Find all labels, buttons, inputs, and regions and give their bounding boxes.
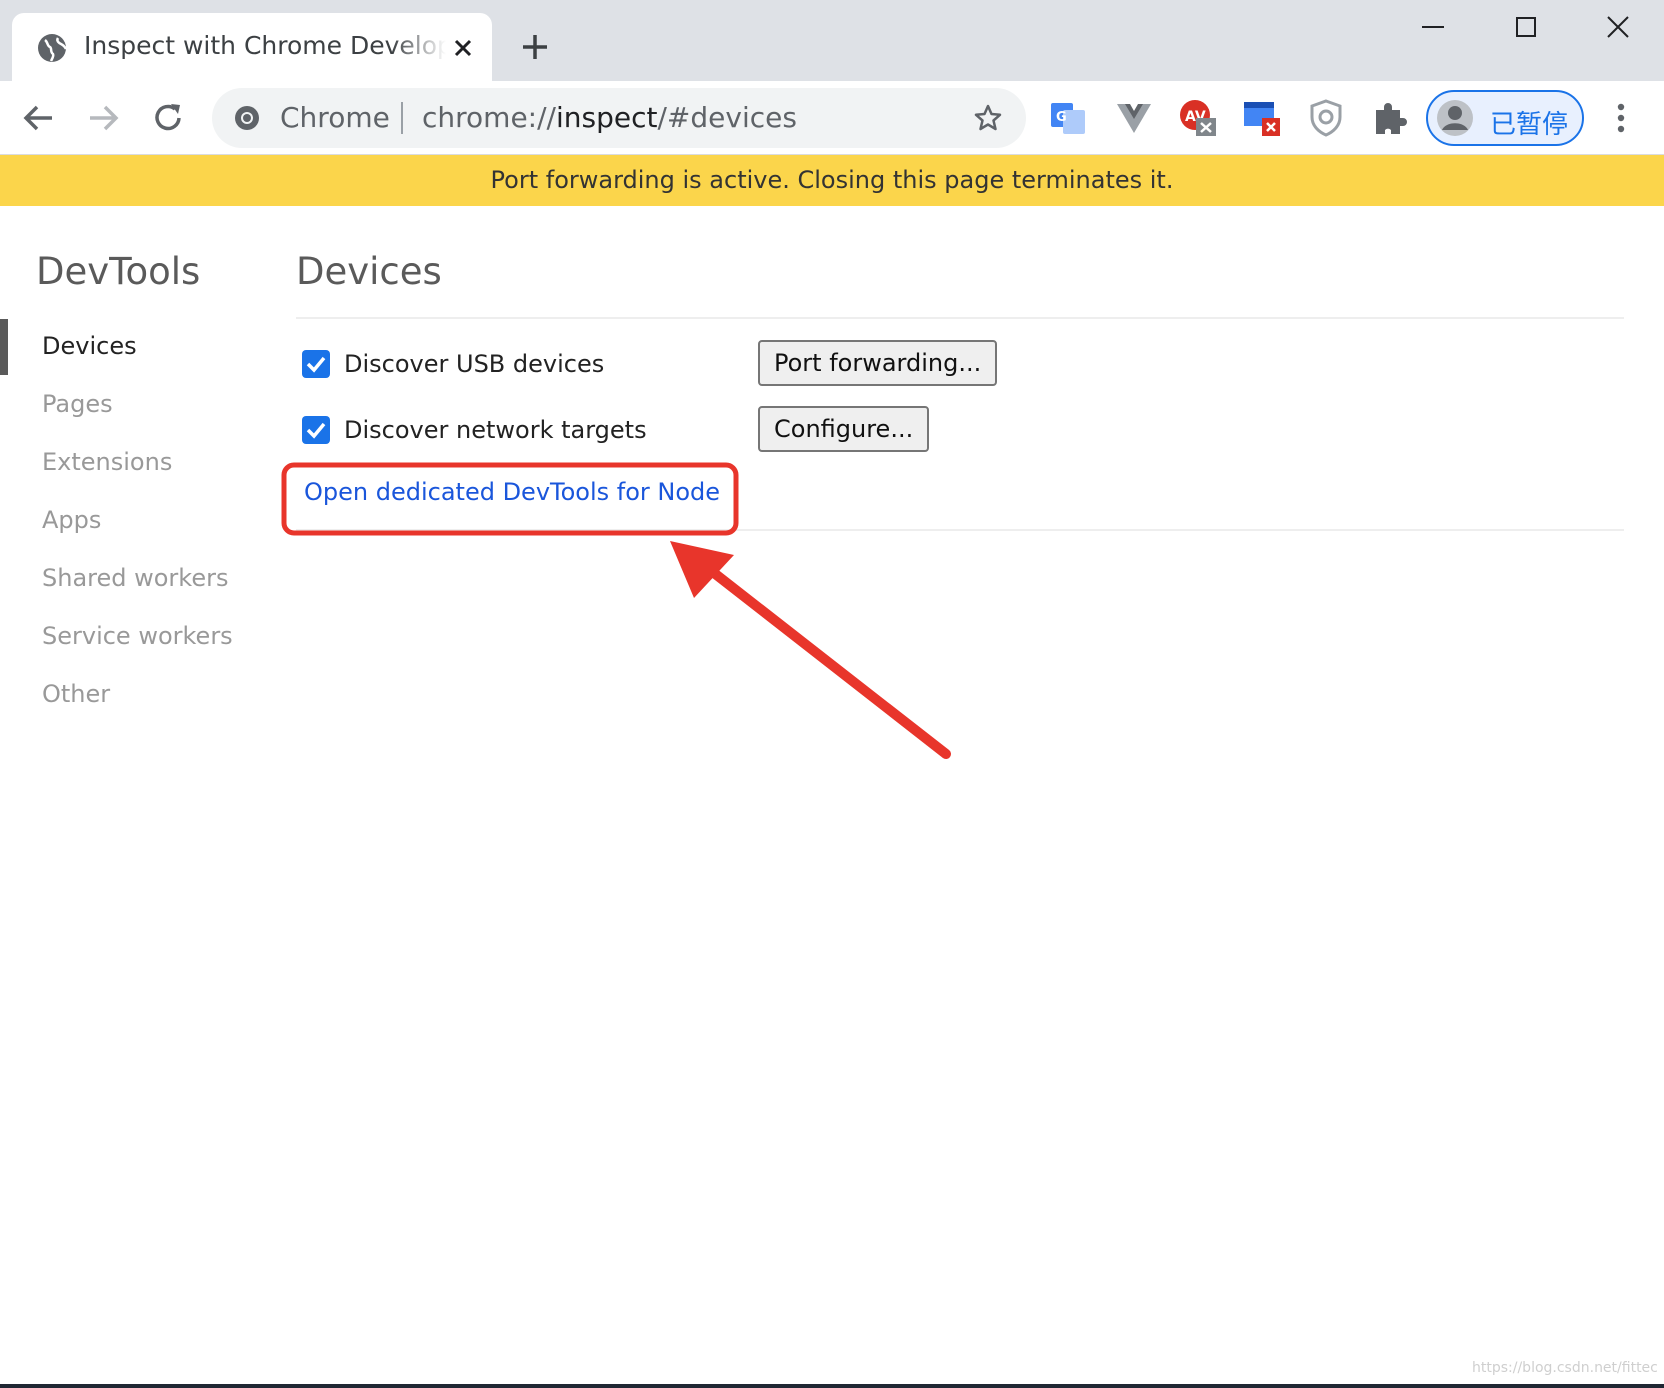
sidebar-item-label: Pages [42,390,113,418]
profile-status-label: 已暂停 [1490,110,1569,140]
tab-manager-icon[interactable] [1242,98,1282,138]
discover-network-label: Discover network targets [344,416,647,444]
open-node-devtools-link[interactable]: Open dedicated DevTools for Node [304,478,720,506]
shield-extension-icon[interactable] [1306,98,1346,138]
browser-toolbar: Chrome chrome://inspect/#devices G AV 已暂… [0,81,1664,155]
sidebar-item-shared-workers[interactable]: Shared workers [0,558,250,602]
sidebar-item-service-workers[interactable]: Service workers [0,616,250,660]
minimize-icon[interactable] [1416,10,1450,44]
watermark: https://blog.csdn.net/fittec [1472,1360,1658,1376]
url-text[interactable]: chrome://inspect/#devices [422,101,797,134]
back-arrow-icon[interactable] [20,99,58,137]
sidebar-item-label: Service workers [42,622,233,650]
avatar-icon [1437,100,1473,136]
origin-chip: Chrome [280,101,390,134]
infobar-message: Port forwarding is active. Closing this … [490,166,1174,194]
sidebar-item-devices[interactable]: Devices [0,326,250,370]
sidebar-item-label: Shared workers [42,564,229,592]
url-scheme: chrome:// [422,101,556,134]
reload-icon[interactable] [149,99,187,137]
more-options-icon[interactable] [1604,99,1638,137]
url-host: inspect [555,101,658,134]
taskbar-edge [0,1384,1664,1388]
close-window-icon[interactable] [1601,10,1635,44]
discover-usb-label: Discover USB devices [344,350,605,378]
svg-text:G: G [1056,110,1067,125]
title-divider [296,317,1624,319]
extensions-puzzle-icon[interactable] [1370,98,1410,138]
omnibox-separator [401,102,403,134]
page-title: Devices [296,250,442,293]
new-tab-icon[interactable] [518,30,552,64]
configure-button[interactable]: Configure... [758,406,930,452]
sidebar-title: DevTools [36,250,201,293]
annotation-arrow-head [670,541,734,598]
close-tab-icon[interactable] [448,33,478,63]
bookmark-star-icon[interactable] [972,102,1004,134]
tab-title: Inspect with Chrome Developer Tools [84,31,446,60]
google-translate-icon[interactable]: G [1048,98,1088,138]
vue-devtools-icon[interactable] [1114,98,1154,138]
annotation-arrow-shaft [695,557,951,759]
sidebar-item-label: Devices [42,332,137,360]
sidebar-item-label: Apps [42,506,102,534]
discover-network-checkbox[interactable] [302,416,330,444]
sidebar-item-pages[interactable]: Pages [0,384,250,428]
maximize-icon[interactable] [1509,10,1543,44]
adblock-icon[interactable]: AV [1178,98,1218,138]
port-forwarding-infobar: Port forwarding is active. Closing this … [0,155,1664,206]
tab-strip: Inspect with Chrome Developer Tools [0,0,1664,81]
section-divider [296,529,1624,531]
profile-button[interactable]: 已暂停 [1426,90,1584,146]
sidebar-item-label: Extensions [42,448,173,476]
sidebar-item-apps[interactable]: Apps [0,500,250,544]
address-bar[interactable]: Chrome chrome://inspect/#devices [212,88,1026,148]
port-forwarding-button[interactable]: Port forwarding... [758,340,998,386]
discover-usb-checkbox[interactable] [302,350,330,378]
url-path: /#devices [657,101,797,134]
globe-icon [38,34,68,62]
sidebar-item-extensions[interactable]: Extensions [0,442,250,486]
sidebar-item-label: Other [42,680,111,708]
forward-arrow-icon[interactable] [84,99,122,137]
sidebar-item-other[interactable]: Other [0,674,250,718]
chrome-logo-icon [235,106,259,130]
active-tab[interactable]: Inspect with Chrome Developer Tools [12,13,492,81]
